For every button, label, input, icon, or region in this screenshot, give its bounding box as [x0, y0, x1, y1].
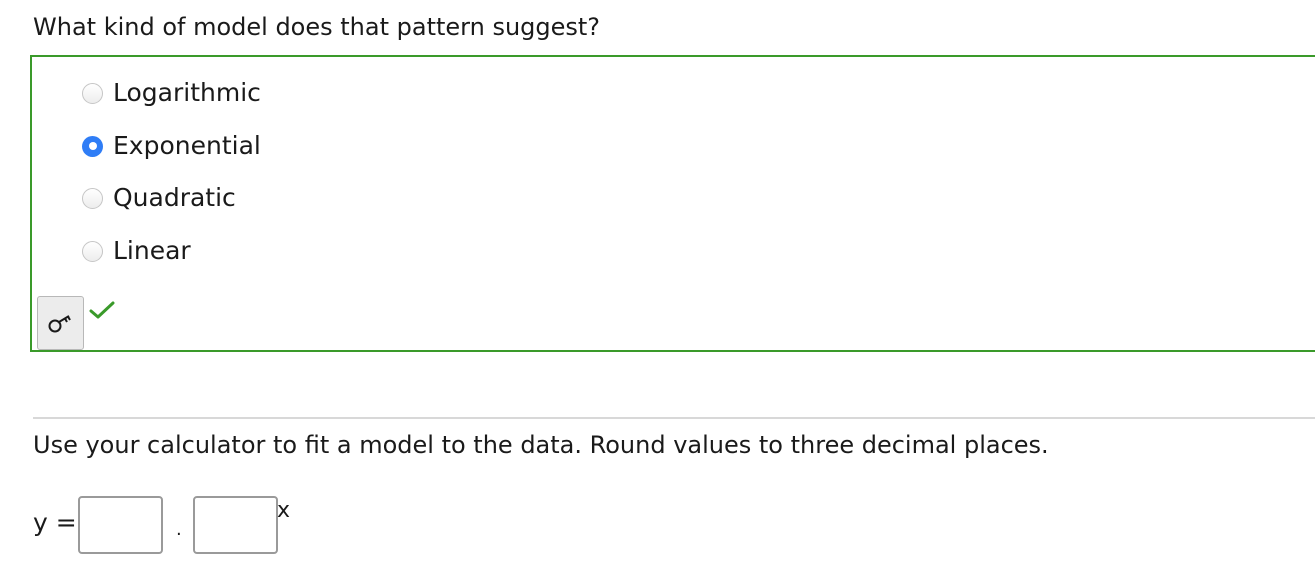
option-linear[interactable]: Linear [82, 231, 191, 271]
section-divider [33, 417, 1315, 419]
option-label: Linear [113, 236, 191, 265]
key-icon [48, 315, 71, 333]
radio-quadratic[interactable] [82, 187, 103, 209]
answer-choices-box: Logarithmic Exponential Quadratic Linear [30, 55, 1315, 352]
coefficient-input[interactable] [78, 496, 163, 554]
option-quadratic[interactable]: Quadratic [82, 178, 236, 218]
option-label: Quadratic [113, 183, 236, 212]
option-label: Logarithmic [113, 78, 261, 107]
radio-logarithmic[interactable] [82, 82, 103, 104]
exponent-label: x [277, 498, 291, 523]
radio-exponential[interactable] [82, 135, 103, 157]
question-text: What kind of model does that pattern sug… [33, 13, 601, 41]
multiply-dot: · [176, 524, 182, 545]
option-exponential[interactable]: Exponential [82, 126, 261, 166]
equation-lhs: y = [33, 508, 77, 537]
radio-linear[interactable] [82, 240, 103, 262]
key-button[interactable] [37, 296, 84, 350]
base-input[interactable] [193, 496, 278, 554]
option-logarithmic[interactable]: Logarithmic [82, 73, 261, 113]
option-label: Exponential [113, 131, 261, 160]
instruction-text: Use your calculator to fit a model to th… [33, 431, 1049, 459]
checkmark-icon [89, 301, 115, 319]
